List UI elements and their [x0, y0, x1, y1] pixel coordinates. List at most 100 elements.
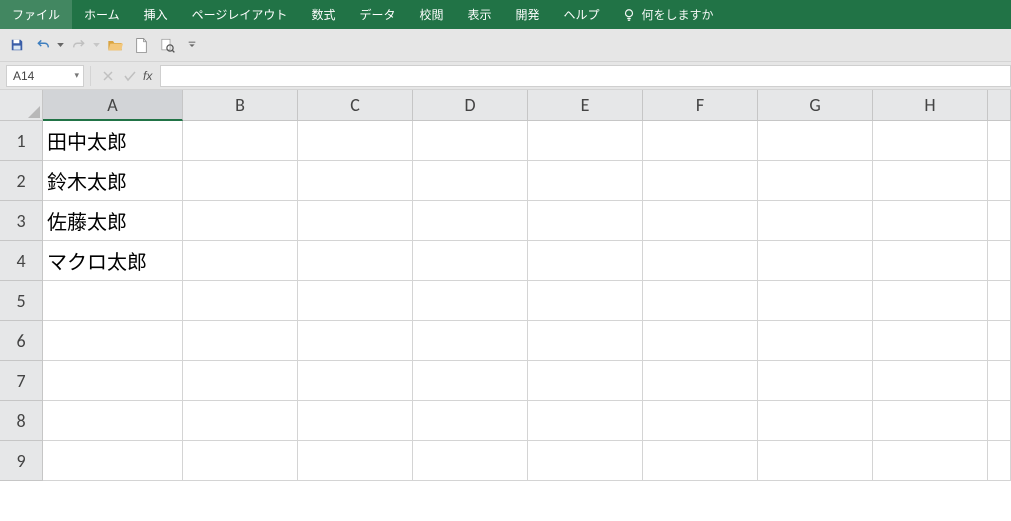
ribbon-tab-home[interactable]: ホーム — [72, 0, 132, 29]
ribbon-tab-view[interactable]: 表示 — [455, 0, 503, 29]
row-header-9[interactable]: 9 — [0, 441, 43, 481]
cell-F3[interactable] — [643, 201, 758, 241]
cell-B5[interactable] — [183, 281, 298, 321]
cell-partial[interactable] — [988, 321, 1011, 361]
column-header-partial[interactable] — [988, 90, 1011, 121]
cell-G2[interactable] — [758, 161, 873, 201]
column-header-B[interactable]: B — [183, 90, 298, 121]
cell-F9[interactable] — [643, 441, 758, 481]
cell-partial[interactable] — [988, 361, 1011, 401]
cell-G3[interactable] — [758, 201, 873, 241]
cell-F5[interactable] — [643, 281, 758, 321]
cell-G1[interactable] — [758, 121, 873, 161]
row-header-7[interactable]: 7 — [0, 361, 43, 401]
cell-E2[interactable] — [528, 161, 643, 201]
cell-A8[interactable] — [43, 401, 183, 441]
cell-partial[interactable] — [988, 201, 1011, 241]
cell-D9[interactable] — [413, 441, 528, 481]
namebox-dropdown-icon[interactable]: ▾ — [74, 70, 79, 81]
cell-G9[interactable] — [758, 441, 873, 481]
open-button[interactable] — [104, 34, 126, 56]
cell-G8[interactable] — [758, 401, 873, 441]
column-header-H[interactable]: H — [873, 90, 988, 121]
column-header-F[interactable]: F — [643, 90, 758, 121]
cell-partial[interactable] — [988, 401, 1011, 441]
ribbon-tab-data[interactable]: データ — [347, 0, 407, 29]
cell-B4[interactable] — [183, 241, 298, 281]
ribbon-tab-developer[interactable]: 開発 — [504, 0, 552, 29]
tellme-search[interactable]: 何をしますか — [612, 6, 724, 23]
cell-H9[interactable] — [873, 441, 988, 481]
cell-E7[interactable] — [528, 361, 643, 401]
cell-B1[interactable] — [183, 121, 298, 161]
column-header-E[interactable]: E — [528, 90, 643, 121]
cell-B2[interactable] — [183, 161, 298, 201]
ribbon-tab-pagelayout[interactable]: ページレイアウト — [180, 0, 300, 29]
cell-F2[interactable] — [643, 161, 758, 201]
cell-B6[interactable] — [183, 321, 298, 361]
formula-input[interactable] — [160, 65, 1011, 87]
cell-C3[interactable] — [298, 201, 413, 241]
column-header-D[interactable]: D — [413, 90, 528, 121]
cell-C8[interactable] — [298, 401, 413, 441]
ribbon-tab-help[interactable]: ヘルプ — [552, 0, 612, 29]
cell-A1[interactable]: 田中太郎 — [43, 121, 183, 161]
row-header-1[interactable]: 1 — [0, 121, 43, 161]
cell-H1[interactable] — [873, 121, 988, 161]
cell-partial[interactable] — [988, 281, 1011, 321]
cell-H4[interactable] — [873, 241, 988, 281]
cell-F7[interactable] — [643, 361, 758, 401]
fx-label[interactable]: fx — [141, 69, 156, 83]
name-box-input[interactable] — [7, 69, 67, 83]
cell-D1[interactable] — [413, 121, 528, 161]
undo-button[interactable] — [32, 34, 54, 56]
ribbon-tab-review[interactable]: 校閲 — [407, 0, 455, 29]
cell-C4[interactable] — [298, 241, 413, 281]
cell-H5[interactable] — [873, 281, 988, 321]
cell-E5[interactable] — [528, 281, 643, 321]
cell-G4[interactable] — [758, 241, 873, 281]
cell-A2[interactable]: 鈴木太郎 — [43, 161, 183, 201]
row-header-8[interactable]: 8 — [0, 401, 43, 441]
cell-G6[interactable] — [758, 321, 873, 361]
cell-A4[interactable]: マクロ太郎 — [43, 241, 183, 281]
cell-D6[interactable] — [413, 321, 528, 361]
cell-F6[interactable] — [643, 321, 758, 361]
column-header-G[interactable]: G — [758, 90, 873, 121]
cell-A7[interactable] — [43, 361, 183, 401]
cell-C6[interactable] — [298, 321, 413, 361]
cell-A6[interactable] — [43, 321, 183, 361]
cell-C9[interactable] — [298, 441, 413, 481]
name-box[interactable]: ▾ — [6, 65, 84, 87]
cell-H3[interactable] — [873, 201, 988, 241]
cell-D7[interactable] — [413, 361, 528, 401]
ribbon-tab-file[interactable]: ファイル — [0, 0, 72, 29]
cell-B9[interactable] — [183, 441, 298, 481]
cell-H8[interactable] — [873, 401, 988, 441]
cell-partial[interactable] — [988, 121, 1011, 161]
cell-D5[interactable] — [413, 281, 528, 321]
cell-C7[interactable] — [298, 361, 413, 401]
cell-A3[interactable]: 佐藤太郎 — [43, 201, 183, 241]
new-file-button[interactable] — [130, 34, 152, 56]
ribbon-tab-insert[interactable]: 挿入 — [132, 0, 180, 29]
row-header-4[interactable]: 4 — [0, 241, 43, 281]
cell-H6[interactable] — [873, 321, 988, 361]
cell-A5[interactable] — [43, 281, 183, 321]
cell-B7[interactable] — [183, 361, 298, 401]
column-header-C[interactable]: C — [298, 90, 413, 121]
cell-F1[interactable] — [643, 121, 758, 161]
cell-B3[interactable] — [183, 201, 298, 241]
cell-E4[interactable] — [528, 241, 643, 281]
select-all-corner[interactable] — [0, 90, 43, 121]
cell-C2[interactable] — [298, 161, 413, 201]
cell-D4[interactable] — [413, 241, 528, 281]
cell-partial[interactable] — [988, 441, 1011, 481]
column-header-A[interactable]: A — [43, 90, 183, 121]
cell-D3[interactable] — [413, 201, 528, 241]
cell-D2[interactable] — [413, 161, 528, 201]
save-button[interactable] — [6, 34, 28, 56]
cell-C1[interactable] — [298, 121, 413, 161]
redo-button[interactable] — [68, 34, 90, 56]
enter-formula-button[interactable] — [119, 65, 141, 87]
